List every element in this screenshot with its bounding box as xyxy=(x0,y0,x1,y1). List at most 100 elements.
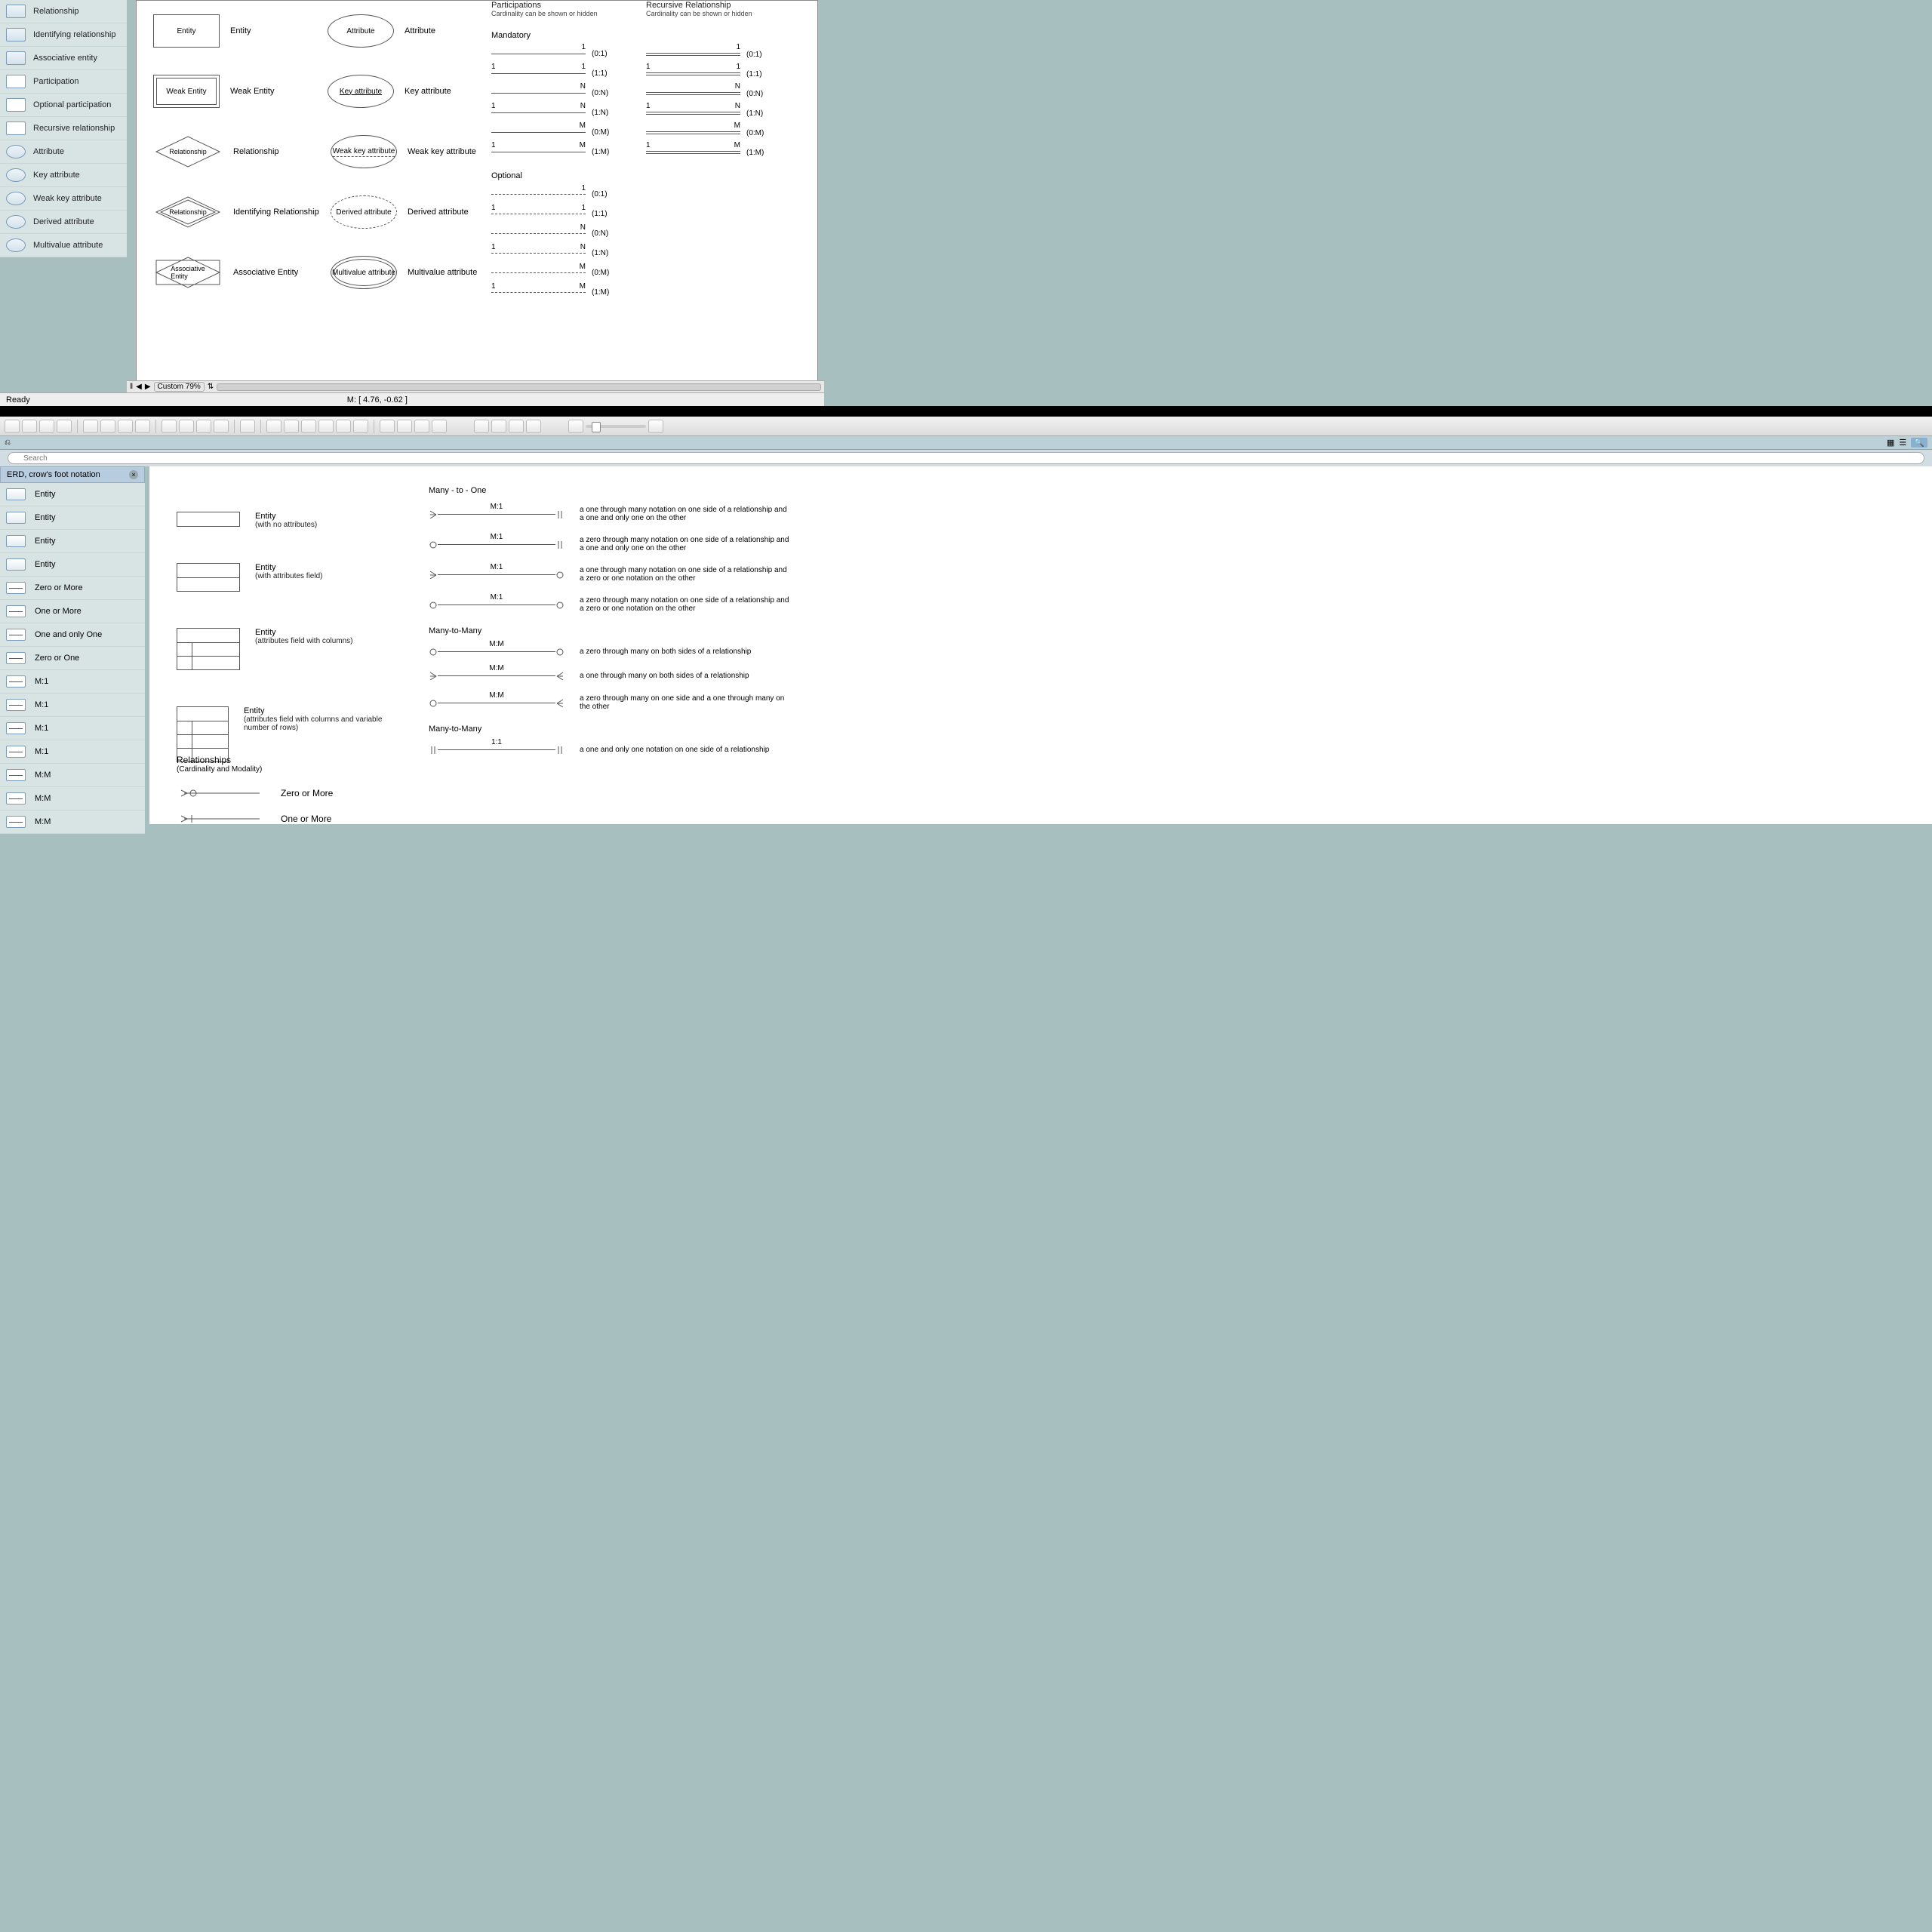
stencil-item[interactable]: M:1 xyxy=(0,670,145,694)
cardinality-line[interactable]: 1N (1:N) xyxy=(646,107,797,119)
stencil-item[interactable]: Relationship xyxy=(0,0,127,23)
grid-view-icon[interactable]: ▦ xyxy=(1887,438,1894,448)
cardinality-line[interactable]: 1M (1:M) xyxy=(491,146,642,158)
library-header[interactable]: ERD, crow's foot notation × xyxy=(0,466,145,483)
anchor2-icon[interactable] xyxy=(336,420,351,433)
stencil-item[interactable]: Attribute xyxy=(0,140,127,164)
cardinality-line[interactable]: 1 (0:1) xyxy=(491,188,642,200)
rounded-rect-tool-icon[interactable] xyxy=(57,420,72,433)
relationship-shape[interactable]: Relationship xyxy=(153,134,223,170)
arrange-icon[interactable] xyxy=(162,420,177,433)
relationship-line[interactable]: M:M xyxy=(429,646,565,657)
cardinality-line[interactable]: 1N (1:N) xyxy=(491,106,642,118)
footer-scrollbar[interactable]: ‖ ◀ ▶ Custom 79% ⇅ xyxy=(127,380,824,392)
stencil-item[interactable]: M:M xyxy=(0,811,145,834)
stencil-item[interactable]: One and only One xyxy=(0,623,145,647)
cardinality-line[interactable]: 1 (0:1) xyxy=(646,48,797,60)
pointer-tool-icon[interactable] xyxy=(5,420,20,433)
stencil-item[interactable]: Identifying relationship xyxy=(0,23,127,47)
grid-icon[interactable] xyxy=(397,420,412,433)
ungroup-icon[interactable] xyxy=(432,420,447,433)
connector2-icon[interactable] xyxy=(100,420,115,433)
stencil-item[interactable]: Key attribute xyxy=(0,164,127,187)
stencil-item[interactable]: Entity xyxy=(0,506,145,530)
page-icon[interactable] xyxy=(240,420,255,433)
list-view-icon[interactable]: ☰ xyxy=(1899,438,1906,448)
stencil-item[interactable]: Associative entity xyxy=(0,47,127,70)
connector4-icon[interactable] xyxy=(135,420,150,433)
cardinality-line[interactable]: 1 (0:1) xyxy=(491,48,642,60)
cardinality-line[interactable]: 1M (1:M) xyxy=(491,286,642,298)
stencil-item[interactable]: M:M xyxy=(0,764,145,787)
relationship-line[interactable]: M:1 xyxy=(429,599,565,610)
anchor-icon[interactable] xyxy=(318,420,334,433)
search-tab-icon[interactable]: 🔍 xyxy=(1911,438,1927,448)
entity-shape[interactable] xyxy=(177,563,240,592)
stencil-item[interactable]: Entity xyxy=(0,553,145,577)
canvas-chen[interactable]: EntityEntityAttributeAttributeWeak Entit… xyxy=(136,0,818,385)
attribute-shape[interactable]: Weak key attribute xyxy=(331,135,397,168)
cardinality-line[interactable]: M (0:M) xyxy=(491,126,642,138)
arrange2-icon[interactable] xyxy=(179,420,194,433)
stencil-item[interactable]: Multivalue attribute xyxy=(0,234,127,257)
attribute-shape[interactable]: Attribute xyxy=(328,14,394,48)
anchor3-icon[interactable] xyxy=(353,420,368,433)
relationship-shape[interactable]: Relationship xyxy=(153,194,223,230)
snap-icon[interactable] xyxy=(380,420,395,433)
close-icon[interactable]: × xyxy=(129,470,138,479)
stencil-item[interactable]: M:1 xyxy=(0,694,145,717)
rect-tool-icon[interactable] xyxy=(22,420,37,433)
zoom-in-icon[interactable] xyxy=(474,420,489,433)
cardinality-line[interactable]: N (0:N) xyxy=(491,87,642,99)
stencil-item[interactable]: Zero or More xyxy=(0,577,145,600)
cardinality-line[interactable]: 11 (1:1) xyxy=(491,67,642,79)
zoom-select[interactable]: Custom 79% xyxy=(154,382,205,392)
relationship-line[interactable]: 1:1 xyxy=(429,744,565,755)
playback-back-icon[interactable]: ◀ xyxy=(136,383,142,391)
stencil-item[interactable]: Participation xyxy=(0,70,127,94)
line-icon[interactable] xyxy=(266,420,281,433)
zoom-slider[interactable] xyxy=(586,425,646,428)
zoom-fit-icon[interactable] xyxy=(648,420,663,433)
attribute-shape[interactable]: Key attribute xyxy=(328,75,394,108)
curve-icon[interactable] xyxy=(284,420,299,433)
canvas-crowfoot[interactable]: Entity(with no attributes)Entity(with at… xyxy=(149,466,1932,824)
relationship-line[interactable]: M:M xyxy=(429,670,565,681)
entity-shape[interactable]: Entity xyxy=(153,14,220,48)
edit-icon[interactable] xyxy=(526,420,541,433)
stencil-item[interactable]: Derived attribute xyxy=(0,211,127,234)
group-icon[interactable] xyxy=(414,420,429,433)
cardinality-line[interactable]: N (0:N) xyxy=(491,227,642,239)
text-icon[interactable] xyxy=(509,420,524,433)
cardinality-line[interactable]: M (0:M) xyxy=(646,127,797,139)
playback-fwd-icon[interactable]: ▶ xyxy=(145,383,151,391)
prev-icon[interactable]: ‖ xyxy=(130,383,133,391)
cardinality-line[interactable]: M (0:M) xyxy=(491,266,642,278)
relationship-line[interactable]: M:1 xyxy=(429,509,565,519)
stencil-item[interactable]: Entity xyxy=(0,483,145,506)
bezier-icon[interactable] xyxy=(301,420,316,433)
zoom-out-icon[interactable] xyxy=(568,420,583,433)
cardinality-line[interactable]: N (0:N) xyxy=(646,88,797,100)
stencil-item[interactable]: Entity xyxy=(0,530,145,553)
arrange4-icon[interactable] xyxy=(214,420,229,433)
stencil-item[interactable]: Weak key attribute xyxy=(0,187,127,211)
stencil-item[interactable]: Zero or One xyxy=(0,647,145,670)
horizontal-scrollbar[interactable] xyxy=(217,383,821,391)
connector3-icon[interactable] xyxy=(118,420,133,433)
entity-shape[interactable] xyxy=(177,512,240,527)
attribute-shape[interactable]: Derived attribute xyxy=(331,195,397,229)
cardinality-line[interactable]: 1M (1:M) xyxy=(646,146,797,158)
stencil-item[interactable]: M:1 xyxy=(0,717,145,740)
entity-shape[interactable] xyxy=(177,706,229,762)
relationship-line[interactable]: M:M xyxy=(429,697,565,708)
stencil-item[interactable]: One or More xyxy=(0,600,145,623)
search-input[interactable] xyxy=(8,452,1924,464)
cardinality-line[interactable]: 11 (1:1) xyxy=(491,208,642,220)
entity-shape[interactable]: Weak Entity xyxy=(153,75,220,108)
stencil-item[interactable]: Optional participation xyxy=(0,94,127,117)
connector-tool-icon[interactable] xyxy=(83,420,98,433)
arrange3-icon[interactable] xyxy=(196,420,211,433)
stencil-item[interactable]: Recursive relationship xyxy=(0,117,127,140)
entity-shape[interactable] xyxy=(177,628,240,670)
